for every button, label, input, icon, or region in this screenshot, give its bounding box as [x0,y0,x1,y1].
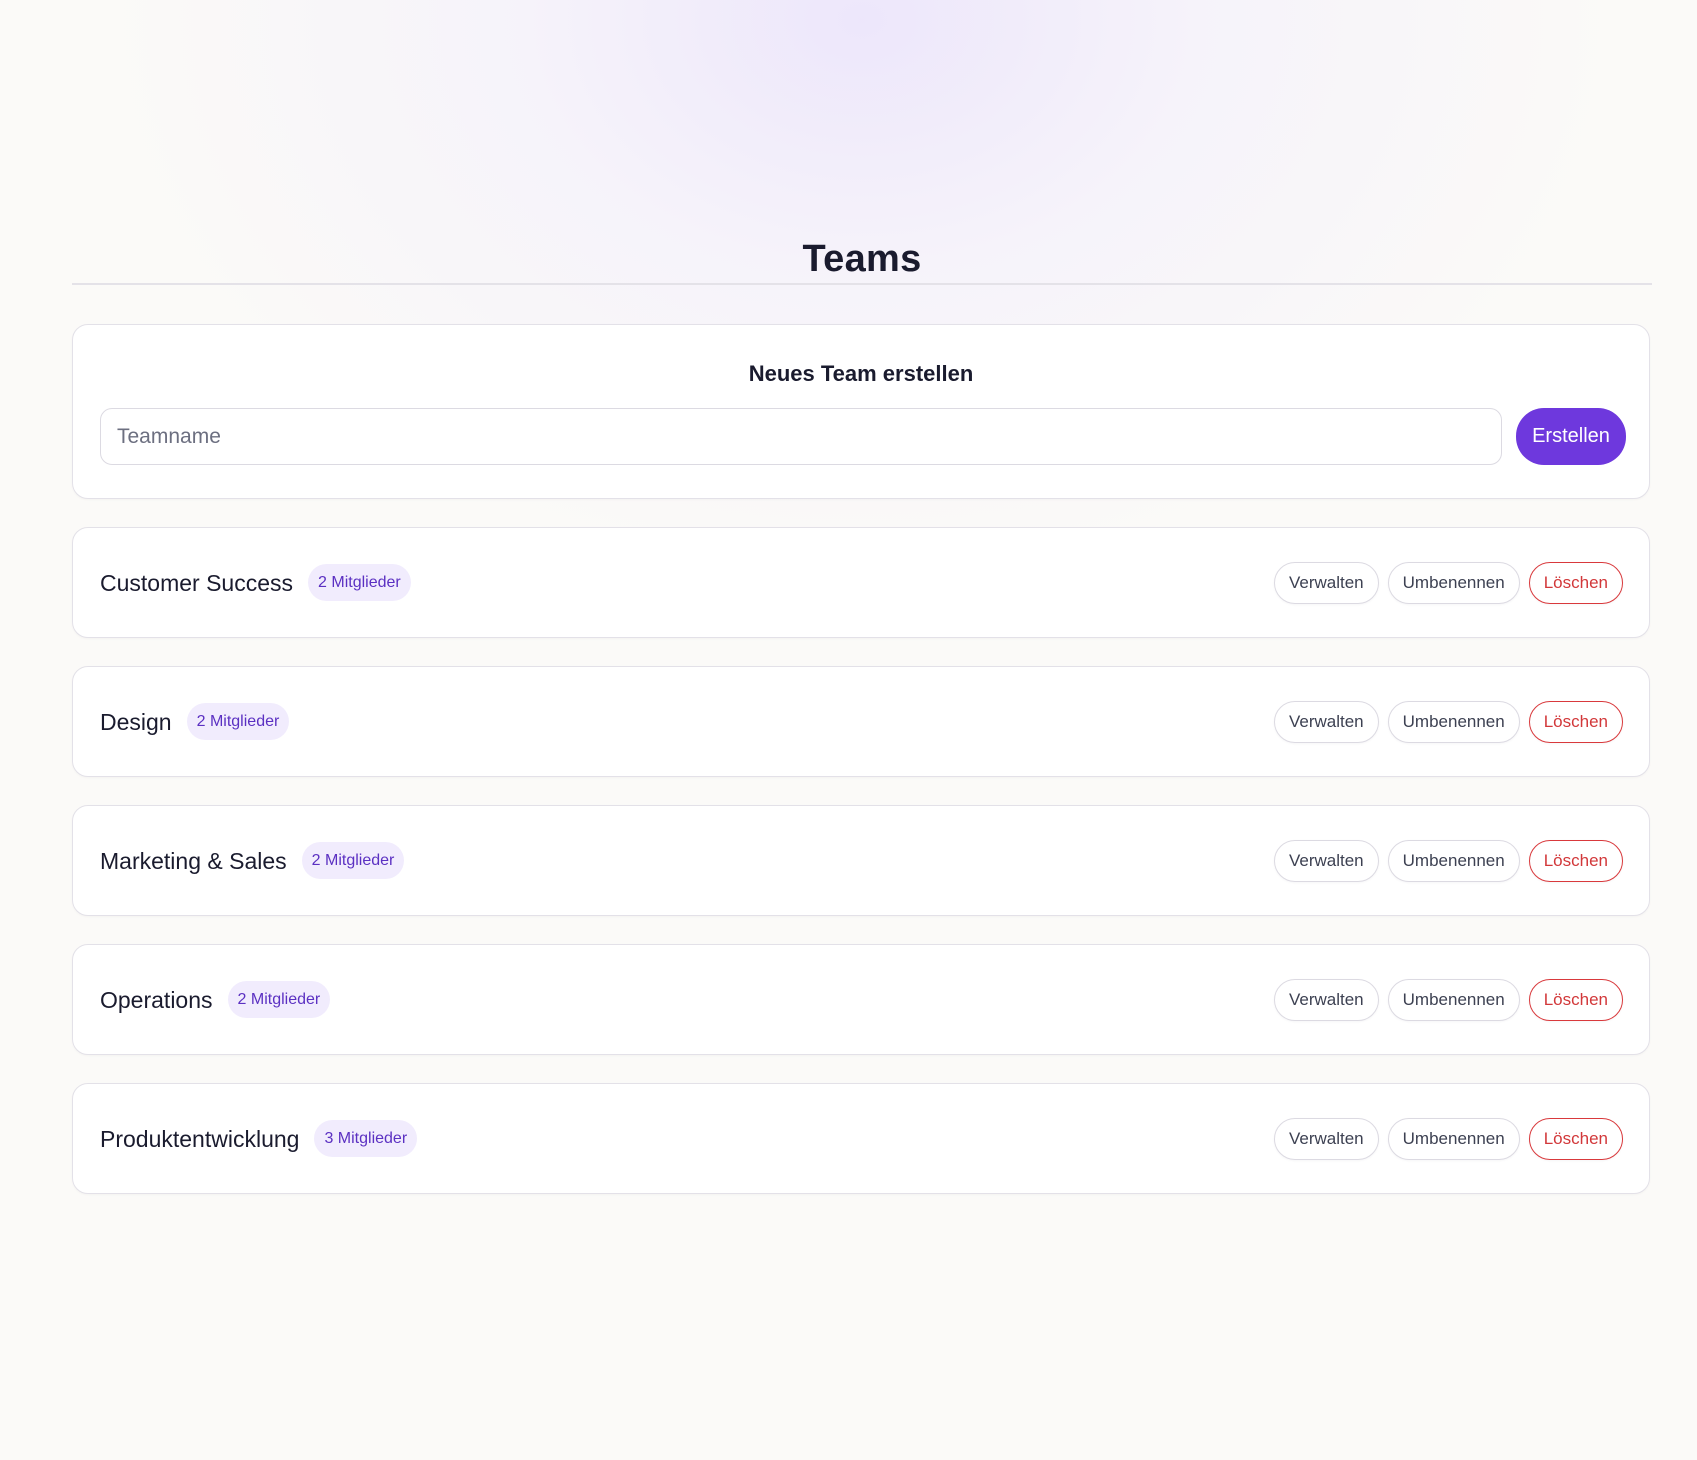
delete-button[interactable]: Löschen [1528,1117,1623,1160]
rename-button[interactable]: Umbenennen [1387,700,1520,743]
member-count-badge: 2 Mitglieder [308,564,411,601]
manage-button[interactable]: Verwalten [1273,1117,1379,1160]
team-name: Marketing & Sales [100,847,287,874]
team-info: Customer Success 2 Mitglieder [100,528,411,637]
create-team-card: Neues Team erstellen Erstellen [72,324,1650,499]
team-card-marketing-sales: Marketing & Sales 2 Mitglieder Verwalten… [72,805,1650,916]
team-info: Design 2 Mitglieder [100,667,290,776]
team-card-operations: Operations 2 Mitglieder Verwalten Umbene… [72,944,1650,1055]
team-actions: Verwalten Umbenennen Löschen [1273,667,1623,776]
team-info: Produktentwicklung 3 Mitglieder [100,1084,418,1193]
team-name: Produktentwicklung [100,1125,300,1152]
team-actions: Verwalten Umbenennen Löschen [1273,806,1623,915]
team-info: Operations 2 Mitglieder [100,945,331,1054]
team-name: Customer Success [100,569,294,596]
manage-button[interactable]: Verwalten [1273,978,1379,1021]
rename-button[interactable]: Umbenennen [1387,839,1520,882]
member-count-badge: 2 Mitglieder [227,981,331,1018]
delete-button[interactable]: Löschen [1528,839,1623,882]
manage-button[interactable]: Verwalten [1273,839,1379,882]
team-actions: Verwalten Umbenennen Löschen [1273,945,1623,1054]
member-count-badge: 2 Mitglieder [186,703,290,740]
title-divider [72,283,1652,285]
team-card-customer-success: Customer Success 2 Mitglieder Verwalten … [72,527,1650,638]
team-info: Marketing & Sales 2 Mitglieder [100,806,405,915]
team-card-design: Design 2 Mitglieder Verwalten Umbenennen… [72,666,1650,777]
create-team-title: Neues Team erstellen [748,361,974,386]
team-name: Design [100,708,172,735]
manage-button[interactable]: Verwalten [1273,561,1379,604]
member-count-badge: 3 Mitglieder [314,1120,418,1157]
page-title: Teams [802,238,922,281]
team-name: Operations [100,986,213,1013]
team-card-produktentwicklung: Produktentwicklung 3 Mitglieder Verwalte… [72,1083,1650,1194]
team-actions: Verwalten Umbenennen Löschen [1273,1084,1623,1193]
team-name-input[interactable] [100,408,1502,465]
manage-button[interactable]: Verwalten [1273,700,1379,743]
rename-button[interactable]: Umbenennen [1387,978,1520,1021]
team-actions: Verwalten Umbenennen Löschen [1273,528,1623,637]
delete-button[interactable]: Löschen [1528,700,1623,743]
member-count-badge: 2 Mitglieder [301,842,405,879]
rename-button[interactable]: Umbenennen [1387,561,1520,604]
delete-button[interactable]: Löschen [1528,561,1623,604]
delete-button[interactable]: Löschen [1528,978,1623,1021]
create-team-button[interactable]: Erstellen [1516,408,1626,465]
rename-button[interactable]: Umbenennen [1387,1117,1520,1160]
